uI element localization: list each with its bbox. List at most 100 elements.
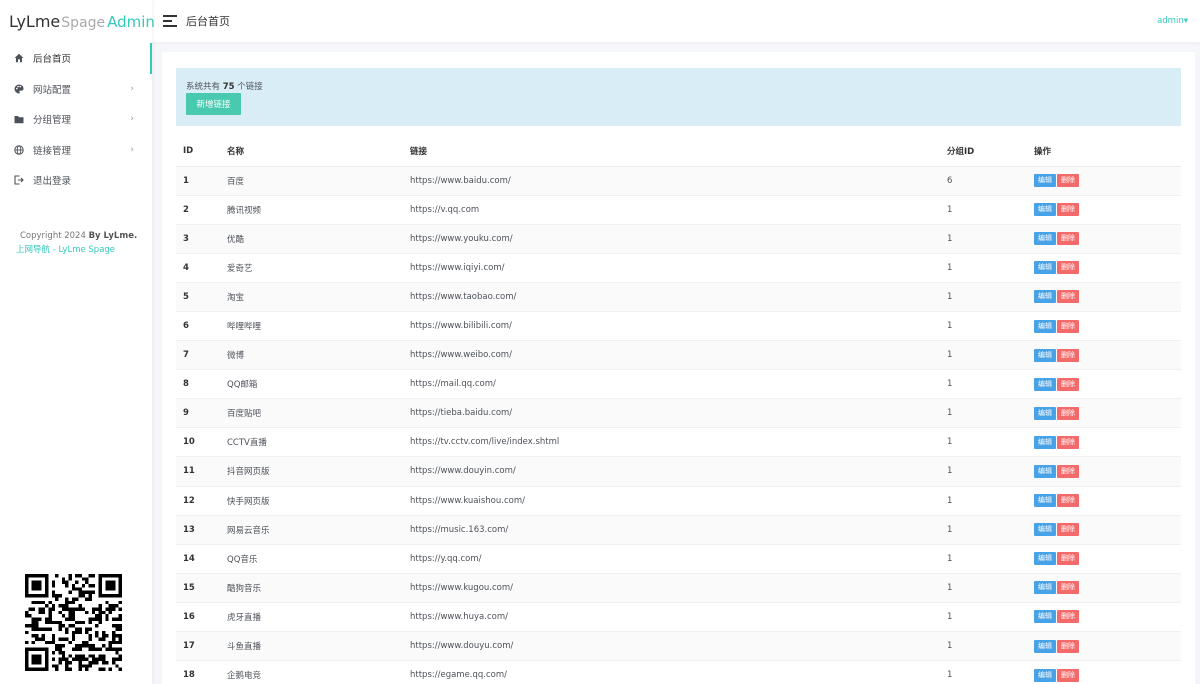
edit-button[interactable]: 编辑 [1034, 523, 1056, 537]
cell-id: 14 [176, 543, 227, 574]
link-count-suffix: 个链接 [237, 82, 263, 92]
sidebar-item-site-config[interactable]: 网站配置 › [0, 74, 152, 105]
delete-button[interactable]: 删除 [1057, 581, 1079, 595]
cell-actions: 编辑 删除 [1034, 485, 1181, 516]
sidebar-item-links[interactable]: 链接管理 › [0, 135, 152, 166]
edit-button[interactable]: 编辑 [1034, 319, 1056, 333]
cell-name: QQ邮箱 [227, 369, 410, 399]
delete-button[interactable]: 删除 [1057, 203, 1079, 217]
chevron-right-icon: › [130, 114, 134, 125]
cell-name: 哔哩哔哩 [227, 310, 410, 341]
edit-button[interactable]: 编辑 [1034, 174, 1056, 188]
table-row: 11 抖音网页版 https://www.douyin.com/1 编辑 删除 [176, 456, 1181, 487]
edit-button[interactable]: 编辑 [1034, 494, 1056, 508]
edit-button[interactable]: 编辑 [1034, 610, 1056, 624]
cell-url: https://www.douyu.com/ [410, 630, 947, 661]
delete-button[interactable]: 删除 [1057, 639, 1079, 653]
delete-button[interactable]: 删除 [1057, 610, 1079, 624]
cell-url: https://mail.qq.com/ [410, 369, 947, 399]
site-link[interactable]: 上网导航 - LyLme Spage [0, 243, 152, 257]
table-row: 15 酷狗音乐 https://www.kugou.com/1 编辑 删除 [176, 572, 1181, 603]
delete-button[interactable]: 删除 [1057, 552, 1079, 566]
brand-part-3: Admin [107, 13, 155, 31]
cell-url: https://www.weibo.com/ [410, 340, 947, 370]
cell-id: 1 [176, 165, 227, 196]
delete-button[interactable]: 删除 [1057, 668, 1079, 682]
delete-button[interactable]: 删除 [1057, 523, 1079, 537]
edit-button[interactable]: 编辑 [1034, 581, 1056, 595]
edit-button[interactable]: 编辑 [1034, 639, 1056, 653]
table-row: 3 优酷 https://www.youku.com/1 编辑 删除 [176, 223, 1181, 254]
sidebar-item-logout[interactable]: 退出登录 [0, 165, 152, 196]
sidebar-item-groups[interactable]: 分组管理 › [0, 104, 152, 135]
cell-id: 15 [176, 572, 227, 603]
link-count: 75 [222, 82, 235, 92]
cell-group-id: 1 [947, 514, 1034, 545]
edit-button[interactable]: 编辑 [1034, 464, 1056, 478]
edit-button[interactable]: 编辑 [1034, 232, 1056, 246]
cell-name: CCTV直播 [227, 427, 410, 457]
delete-button[interactable]: 删除 [1057, 464, 1079, 478]
edit-button[interactable]: 编辑 [1034, 406, 1056, 420]
cell-id: 2 [176, 194, 227, 225]
delete-button[interactable]: 删除 [1057, 319, 1079, 333]
cell-actions: 编辑 删除 [1034, 660, 1181, 684]
copyright: Copyright 2024 By LyLme. [0, 229, 152, 243]
delete-button[interactable]: 删除 [1057, 290, 1079, 304]
edit-button[interactable]: 编辑 [1034, 290, 1056, 304]
cell-id: 7 [176, 340, 227, 370]
cell-group-id: 1 [947, 223, 1034, 254]
edit-button[interactable]: 编辑 [1034, 261, 1056, 275]
user-menu[interactable]: admin▾ [1157, 16, 1188, 26]
cell-actions: 编辑 删除 [1034, 310, 1181, 341]
delete-button[interactable]: 删除 [1057, 406, 1079, 420]
main-card: 系统共有 75 个链接 新增链接 ID 名称 链接 分组ID 操作 1 百度 htt… [162, 52, 1195, 684]
delete-button[interactable]: 删除 [1057, 348, 1079, 362]
edit-button[interactable]: 编辑 [1034, 552, 1056, 566]
folder-icon [13, 113, 25, 125]
cell-actions: 编辑 删除 [1034, 456, 1181, 487]
cell-url: https://www.bilibili.com/ [410, 310, 947, 341]
edit-button[interactable]: 编辑 [1034, 668, 1056, 682]
sidebar-nav: 后台首页 网站配置 › 分组管理 › 链接管理 › 退出登录 [0, 43, 152, 196]
menu-toggle-icon[interactable] [163, 15, 177, 27]
delete-button[interactable]: 删除 [1057, 174, 1079, 188]
cell-group-id: 1 [947, 252, 1034, 283]
edit-button[interactable]: 编辑 [1034, 435, 1056, 449]
cell-group-id: 1 [947, 456, 1034, 487]
table-header-row: ID 名称 链接 分组ID 操作 [176, 137, 1181, 167]
delete-button[interactable]: 删除 [1057, 261, 1079, 275]
delete-button[interactable]: 删除 [1057, 435, 1079, 449]
table-row: 7 微博 https://www.weibo.com/1 编辑 删除 [176, 340, 1181, 370]
cell-url: https://v.qq.com [410, 194, 947, 225]
cell-actions: 编辑 删除 [1034, 165, 1181, 196]
globe-icon [13, 144, 25, 156]
cell-name: 企鹅电竞 [227, 660, 410, 684]
user-name: admin [1157, 16, 1184, 26]
cell-id: 13 [176, 514, 227, 545]
cell-id: 12 [176, 485, 227, 516]
sidebar-item-label: 后台首页 [33, 54, 72, 66]
add-link-button[interactable]: 新增链接 [186, 93, 241, 115]
edit-button[interactable]: 编辑 [1034, 377, 1056, 391]
edit-button[interactable]: 编辑 [1034, 203, 1056, 217]
cell-name: 酷狗音乐 [227, 572, 410, 603]
table-row: 12 快手网页版 https://www.kuaishou.com/1 编辑 删除 [176, 485, 1181, 516]
cell-url: https://www.kuaishou.com/ [410, 485, 947, 516]
chevron-right-icon: › [130, 144, 134, 155]
delete-button[interactable]: 删除 [1057, 377, 1079, 391]
cell-actions: 编辑 删除 [1034, 369, 1181, 399]
table-row: 1 百度 https://www.baidu.com/6 编辑 删除 [176, 165, 1181, 196]
delete-button[interactable]: 删除 [1057, 494, 1079, 508]
table-row: 9 百度贴吧 https://tieba.baidu.com/1 编辑 删除 [176, 398, 1181, 428]
palette-icon [13, 83, 25, 95]
sidebar-item-home[interactable]: 后台首页 [0, 43, 152, 74]
edit-button[interactable]: 编辑 [1034, 348, 1056, 362]
cell-id: 11 [176, 456, 227, 487]
delete-button[interactable]: 删除 [1057, 232, 1079, 246]
table-row: 6 哔哩哔哩 https://www.bilibili.com/1 编辑 删除 [176, 310, 1181, 341]
cell-actions: 编辑 删除 [1034, 601, 1181, 632]
brand-logo[interactable]: LyLme Spage Admin [0, 0, 155, 42]
cell-url: https://www.huya.com/ [410, 601, 947, 632]
cell-group-id: 1 [947, 398, 1034, 428]
